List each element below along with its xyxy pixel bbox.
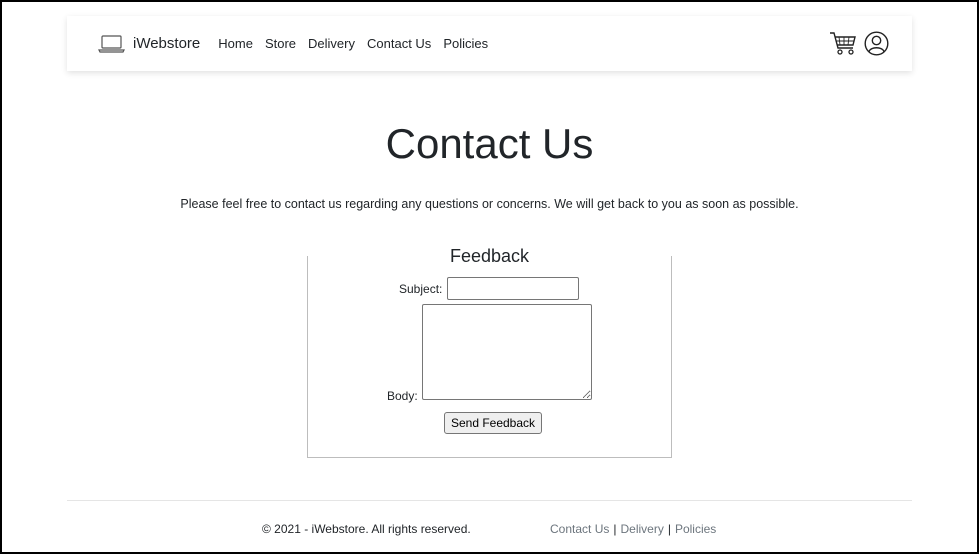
footer-links: Contact Us | Delivery | Policies — [550, 522, 716, 536]
intro-text: Please feel free to contact us regarding… — [180, 197, 799, 211]
nav-links: Home Store Delivery Contact Us Policies — [210, 36, 492, 51]
user-icon[interactable] — [864, 30, 889, 56]
footer-divider — [67, 500, 912, 501]
brand-name: iWebstore — [133, 35, 201, 52]
nav-icons — [829, 30, 889, 56]
subject-input[interactable] — [447, 277, 579, 300]
footer-separator: | — [613, 522, 617, 536]
laptop-icon — [98, 34, 125, 53]
feedback-form: Feedback Subject: Body: Send Feedback — [307, 246, 672, 458]
cart-icon[interactable] — [829, 30, 857, 56]
brand-link[interactable]: iWebstore — [98, 34, 210, 53]
body-label: Body: — [387, 389, 418, 403]
top-navbar: iWebstore Home Store Delivery Contact Us… — [67, 16, 912, 71]
footer-link-policies[interactable]: Policies — [675, 522, 716, 536]
body-textarea[interactable] — [422, 304, 592, 400]
footer-link-delivery[interactable]: Delivery — [620, 522, 663, 536]
nav-contact-us[interactable]: Contact Us — [367, 36, 431, 51]
page-title: Contact Us — [385, 120, 594, 167]
feedback-legend: Feedback — [449, 246, 530, 266]
footer-link-contact-us[interactable]: Contact Us — [550, 522, 609, 536]
nav-policies[interactable]: Policies — [443, 36, 488, 51]
copyright-text: © 2021 - iWebstore. All rights reserved. — [262, 522, 471, 536]
send-feedback-button[interactable]: Send Feedback — [444, 412, 542, 434]
nav-home[interactable]: Home — [218, 36, 253, 51]
nav-delivery[interactable]: Delivery — [308, 36, 355, 51]
footer-separator: | — [667, 522, 671, 536]
subject-label: Subject: — [399, 282, 443, 296]
nav-store[interactable]: Store — [265, 36, 296, 51]
